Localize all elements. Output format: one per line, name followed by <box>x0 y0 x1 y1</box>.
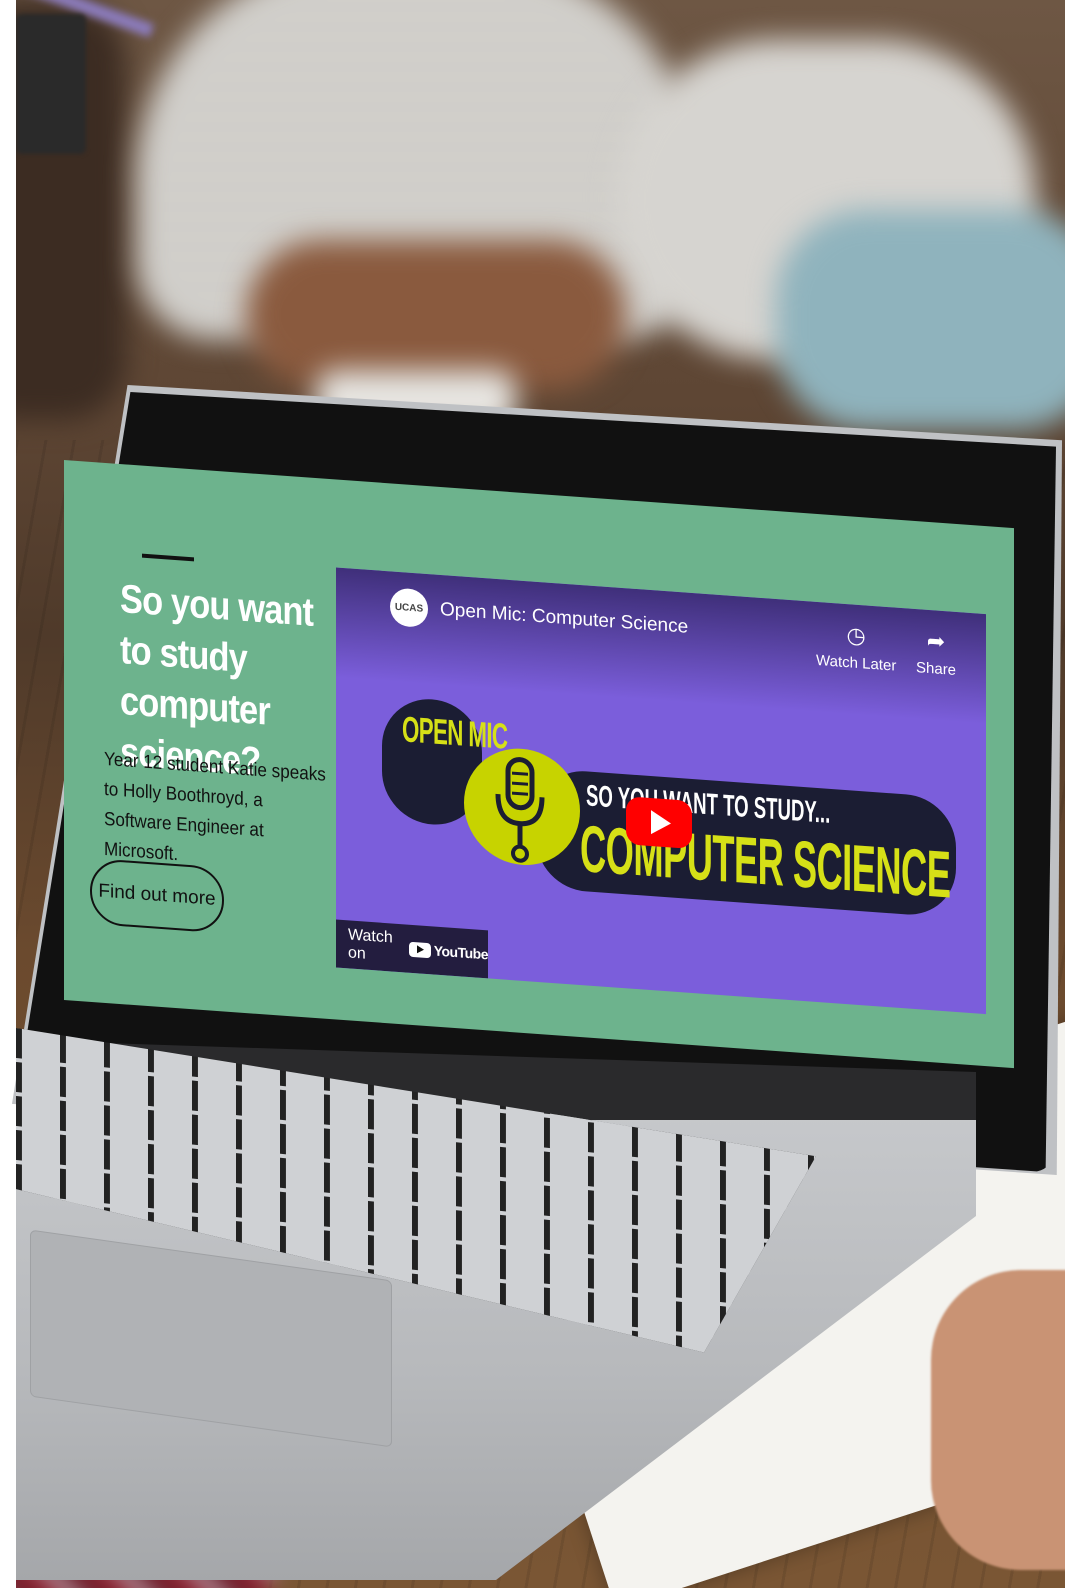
calculator <box>16 14 86 154</box>
laptop-screen: So you want to study computer science? Y… <box>64 460 1014 1069</box>
share-arrow-icon: ➦ <box>926 627 946 655</box>
youtube-wordmark: YouTube <box>433 942 488 963</box>
clock-icon: ◷ <box>846 622 866 649</box>
play-icon[interactable] <box>626 796 692 850</box>
youtube-logo-icon: YouTube <box>408 941 488 963</box>
youtube-play-mark-icon <box>408 941 431 958</box>
youtube-embed[interactable]: UCAS Open Mic: Computer Science ◷ Watch … <box>336 567 986 1015</box>
watch-on-youtube-button[interactable]: Watch on YouTube <box>336 919 488 979</box>
hand <box>931 1270 1065 1570</box>
find-out-more-button[interactable]: Find out more <box>90 857 224 934</box>
watch-later-button[interactable]: ◷ Watch Later <box>816 620 896 675</box>
watch-on-label: Watch on <box>348 926 393 963</box>
blurred-teal-sleeve <box>776 210 1065 430</box>
blurred-hands <box>246 240 626 390</box>
microphone-icon <box>495 757 545 863</box>
open-mic-badge: OPEN MIC <box>402 708 508 757</box>
heading-rule <box>142 553 194 562</box>
share-button[interactable]: ➦ Share <box>916 627 956 679</box>
share-label: Share <box>916 659 957 679</box>
